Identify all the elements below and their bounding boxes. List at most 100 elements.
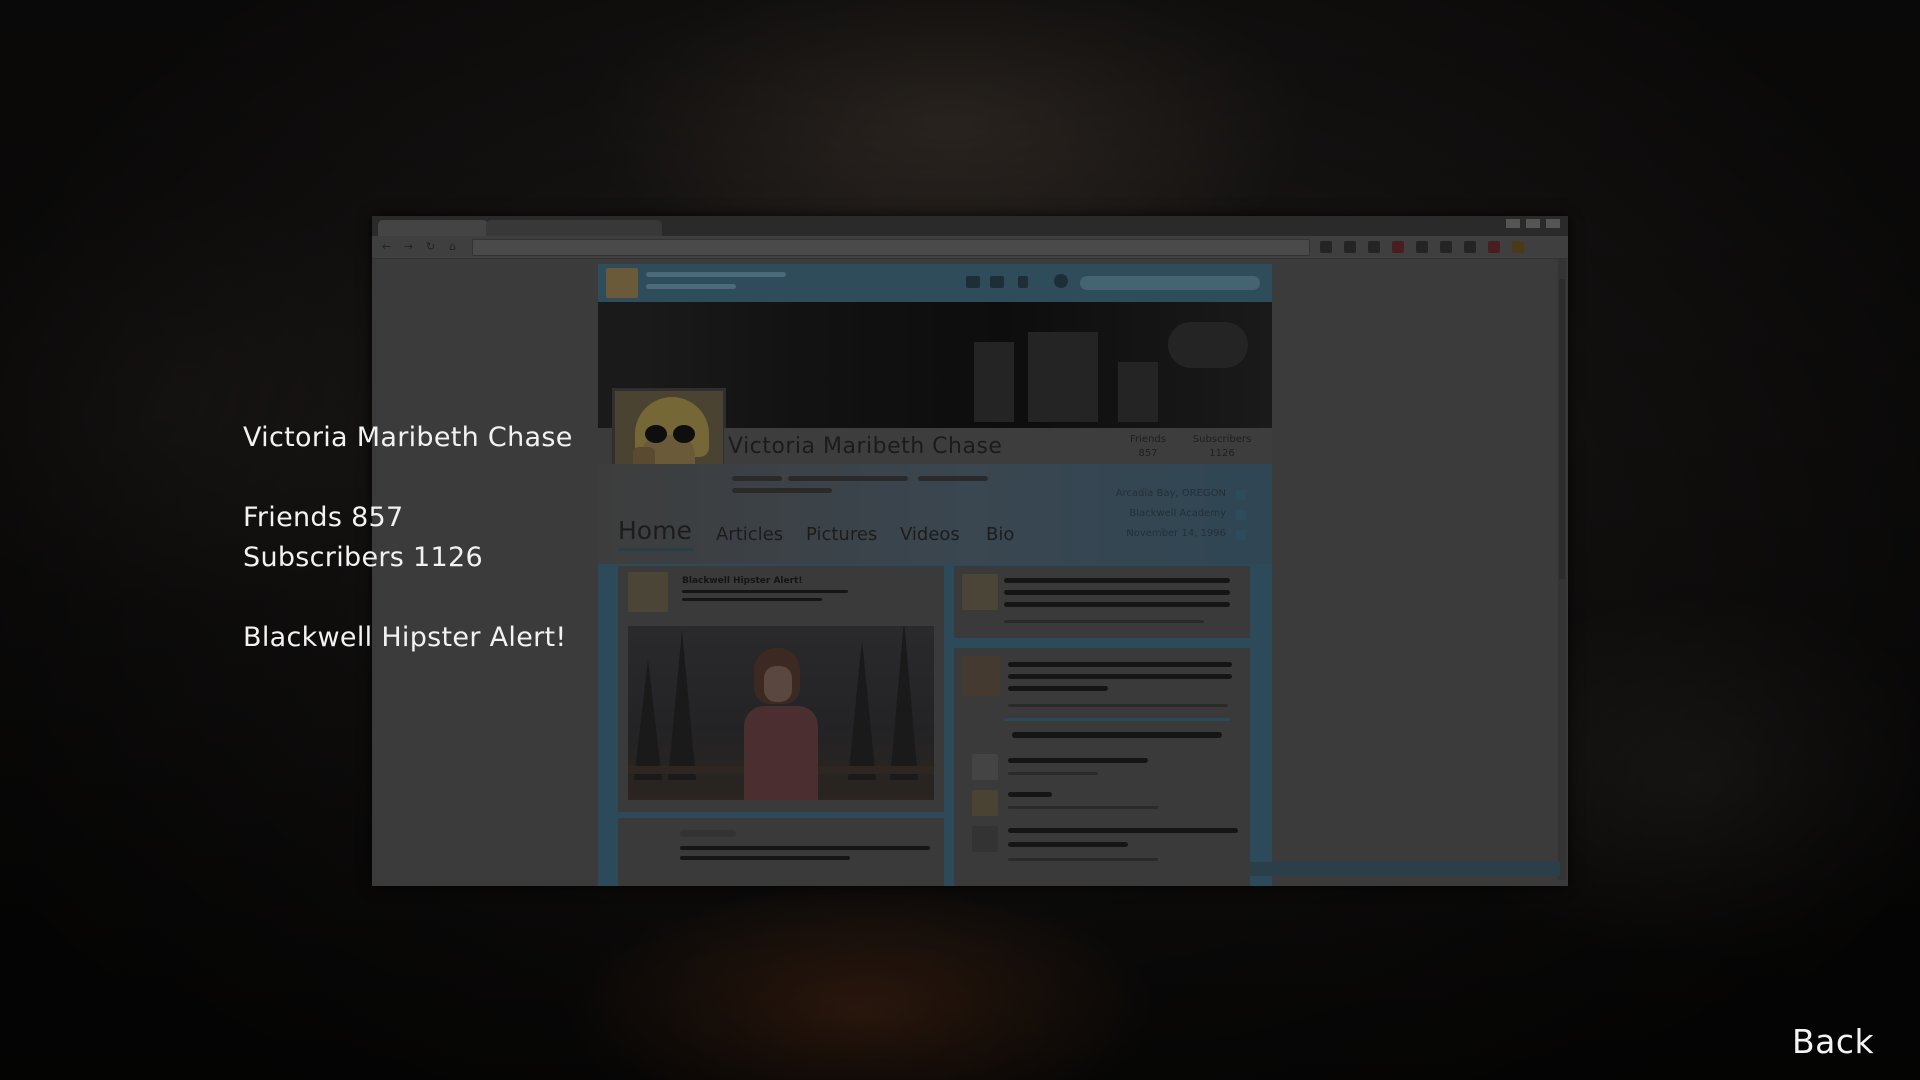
notification-icon — [1018, 276, 1028, 288]
post-image — [628, 626, 934, 800]
blurred-text — [732, 488, 832, 493]
blurred-text — [1004, 578, 1230, 583]
blurred-text — [1004, 590, 1230, 595]
page-subscribers-count: 1126 — [1209, 448, 1235, 459]
blurred-text — [646, 284, 736, 289]
game-background: ← → ↻ ⌂ Victoria Maribeth Chase Friends … — [0, 0, 1920, 1080]
extension-icon — [1320, 241, 1332, 253]
post-title: Blackwell Hipster Alert! — [243, 622, 567, 653]
extension-icon — [1488, 241, 1500, 253]
minimize-icon — [1506, 219, 1520, 228]
page-profile-name: Victoria Maribeth Chase — [728, 434, 1003, 459]
comment-avatar — [972, 826, 998, 852]
feed-avatar — [962, 574, 998, 610]
window-controls — [1506, 219, 1560, 228]
cover-detail — [974, 342, 1014, 422]
blurred-text — [1008, 662, 1232, 667]
document-details-panel: Victoria Maribeth Chase Friends 857 Subs… — [243, 418, 663, 658]
home-icon: ⌂ — [449, 240, 456, 253]
blurred-text — [1008, 758, 1148, 763]
image-tree — [890, 626, 918, 780]
extension-icon — [1440, 241, 1452, 253]
blurred-text — [732, 476, 782, 481]
blurred-text — [1008, 858, 1158, 861]
page-friends-label: Friends — [1130, 434, 1166, 445]
post-avatar — [632, 826, 670, 866]
cover-detail — [1168, 322, 1248, 368]
friends-icon — [990, 276, 1004, 288]
browser-scrollbar — [1558, 259, 1566, 880]
forward-arrow-icon: → — [403, 240, 414, 253]
blurred-text — [682, 590, 848, 593]
blurred-text — [1008, 704, 1228, 707]
cover-detail — [1028, 332, 1098, 422]
image-figure-body — [744, 706, 818, 800]
mail-icon — [966, 276, 980, 288]
page-subscribers-label: Subscribers — [1192, 434, 1252, 445]
blurred-text — [680, 856, 850, 860]
comment-avatar — [972, 754, 998, 780]
extension-icon — [1416, 241, 1428, 253]
blurred-text — [918, 476, 988, 481]
blurred-text — [1008, 674, 1232, 679]
close-icon — [1546, 219, 1560, 228]
blurred-text — [1008, 792, 1052, 797]
small-avatar — [606, 268, 638, 298]
back-arrow-icon: ← — [381, 240, 392, 253]
blurred-text — [680, 830, 736, 837]
maximize-icon — [1526, 219, 1540, 228]
blurred-text — [1004, 620, 1204, 623]
browser-tab — [486, 220, 662, 236]
blurred-text — [1008, 806, 1158, 809]
blurred-text — [788, 476, 908, 481]
image-figure-face — [764, 666, 792, 702]
back-button[interactable]: Back — [1792, 1022, 1874, 1061]
info-birthday: November 14, 1996 — [1126, 528, 1226, 539]
blurred-text — [1004, 602, 1230, 607]
divider — [1004, 718, 1230, 721]
info-location: Arcadia Bay, OREGON — [1115, 488, 1226, 499]
friends-count: Friends 857 — [243, 502, 404, 533]
feed-avatar — [962, 656, 1000, 696]
info-icon — [1236, 490, 1246, 500]
browser-titlebar — [372, 216, 1568, 236]
browser-toolbar: ← → ↻ ⌂ — [372, 236, 1568, 259]
address-bar — [472, 239, 1310, 256]
social-search-field — [1080, 276, 1260, 290]
page-friends-count: 857 — [1138, 448, 1158, 459]
extension-icon — [1464, 241, 1476, 253]
reload-icon: ↻ — [425, 240, 436, 253]
blurred-text — [1008, 828, 1238, 833]
page-tab-bio: Bio — [986, 524, 1015, 545]
scrollbar-thumb — [1559, 279, 1565, 579]
blurred-text — [1008, 842, 1128, 847]
page-tab-pictures: Pictures — [806, 524, 878, 545]
comment-avatar — [972, 790, 998, 816]
browser-tab — [378, 220, 488, 236]
image-tree — [634, 660, 662, 780]
page-post-title: Blackwell Hipster Alert! — [682, 576, 803, 586]
search-icon — [1054, 274, 1068, 288]
blurred-text — [682, 598, 822, 601]
info-icon — [1236, 510, 1246, 520]
menu-icon — [1512, 241, 1524, 253]
subscribers-count: Subscribers 1126 — [243, 542, 483, 573]
extension-icon — [1392, 241, 1404, 253]
blurred-text — [1012, 732, 1222, 738]
sunglasses-lens — [673, 425, 695, 443]
chat-strip — [1250, 862, 1560, 876]
image-tree — [848, 640, 876, 780]
blurred-text — [646, 272, 786, 277]
extension-icon — [1368, 241, 1380, 253]
cover-detail — [1118, 362, 1158, 422]
blurred-text — [1008, 686, 1108, 691]
page-tab-videos: Videos — [900, 524, 960, 545]
info-icon — [1236, 530, 1246, 540]
extension-icon — [1344, 241, 1356, 253]
image-tree — [668, 630, 696, 780]
blurred-text — [680, 846, 930, 850]
profile-name: Victoria Maribeth Chase — [243, 422, 573, 453]
info-school: Blackwell Academy — [1129, 508, 1226, 519]
